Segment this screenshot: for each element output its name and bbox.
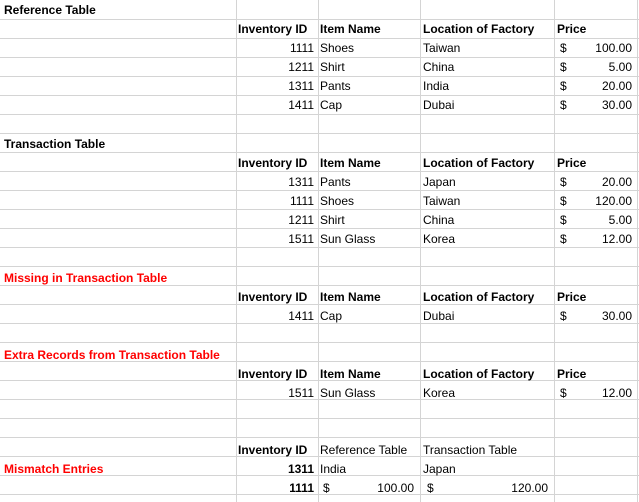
header-item-name: Item Name xyxy=(320,367,381,381)
cell-item-name[interactable]: Shoes xyxy=(320,192,354,211)
cell-price[interactable]: 12.00 xyxy=(570,230,632,249)
cell-location[interactable]: Dubai xyxy=(423,96,454,115)
cell-currency: $ xyxy=(560,194,567,208)
cell-transaction-value[interactable]: 120.00 xyxy=(440,479,548,498)
header-price: Price xyxy=(557,156,587,170)
transaction-table-title: Transaction Table xyxy=(4,137,106,151)
cell-currency: $ xyxy=(560,41,567,55)
row-divider xyxy=(0,266,639,267)
cell-price[interactable]: 30.00 xyxy=(570,96,632,115)
cell-currency: $ xyxy=(560,98,567,112)
cell-inventory-id[interactable]: 1111 xyxy=(238,192,314,211)
cell-item-name[interactable]: Cap xyxy=(320,96,342,115)
cell-price[interactable]: 5.00 xyxy=(570,58,632,77)
mismatch-section-title: Mismatch Entries xyxy=(4,462,104,476)
cell-location[interactable]: Taiwan xyxy=(423,39,460,58)
cell-location[interactable]: Taiwan xyxy=(423,192,460,211)
cell-item-name[interactable]: Cap xyxy=(320,307,342,326)
cell-price[interactable]: 30.00 xyxy=(570,307,632,326)
cell-inventory-id[interactable]: 1411 xyxy=(238,307,314,326)
cell-price[interactable]: 5.00 xyxy=(570,211,632,230)
cell-item-name[interactable]: Sun Glass xyxy=(320,230,375,249)
header-inventory-id: Inventory ID xyxy=(238,156,308,170)
cell-location[interactable]: Dubai xyxy=(423,307,454,326)
cell-inventory-id[interactable]: 1411 xyxy=(238,96,314,115)
cell-item-name[interactable]: Pants xyxy=(320,77,351,96)
header-inventory-id: Inventory ID xyxy=(238,443,308,457)
cell-currency: $ xyxy=(560,309,567,323)
header-price: Price xyxy=(557,367,587,381)
cell-reference-value[interactable]: India xyxy=(320,460,346,479)
row-divider xyxy=(0,437,639,438)
cell-currency: $ xyxy=(560,60,567,74)
cell-price[interactable]: 12.00 xyxy=(570,384,632,403)
row-divider xyxy=(0,342,639,343)
cell-inventory-id[interactable]: 1111 xyxy=(238,479,314,498)
header-location: Location of Factory xyxy=(423,22,535,36)
cell-currency: $ xyxy=(427,481,434,495)
cell-inventory-id[interactable]: 1111 xyxy=(238,39,314,58)
header-inventory-id: Inventory ID xyxy=(238,290,308,304)
cell-currency: $ xyxy=(560,175,567,189)
row-divider xyxy=(0,133,639,134)
header-location: Location of Factory xyxy=(423,367,535,381)
cell-currency: $ xyxy=(323,481,330,495)
cell-currency: $ xyxy=(560,386,567,400)
cell-location[interactable]: China xyxy=(423,58,454,77)
cell-inventory-id[interactable]: 1511 xyxy=(238,230,314,249)
cell-inventory-id[interactable]: 1311 xyxy=(238,173,314,192)
cell-reference-value[interactable]: 100.00 xyxy=(340,479,414,498)
missing-section-title: Missing in Transaction Table xyxy=(4,271,168,285)
header-reference-table: Reference Table xyxy=(320,443,408,457)
cell-currency: $ xyxy=(560,232,567,246)
cell-price[interactable]: 100.00 xyxy=(570,39,632,58)
header-price: Price xyxy=(557,290,587,304)
header-inventory-id: Inventory ID xyxy=(238,367,308,381)
cell-price[interactable]: 120.00 xyxy=(570,192,632,211)
cell-currency: $ xyxy=(560,79,567,93)
header-inventory-id: Inventory ID xyxy=(238,22,308,36)
cell-item-name[interactable]: Shoes xyxy=(320,39,354,58)
cell-item-name[interactable]: Sun Glass xyxy=(320,384,375,403)
extra-section-title: Extra Records from Transaction Table xyxy=(4,348,220,362)
cell-price[interactable]: 20.00 xyxy=(570,173,632,192)
cell-inventory-id[interactable]: 1511 xyxy=(238,384,314,403)
header-item-name: Item Name xyxy=(320,290,381,304)
header-item-name: Item Name xyxy=(320,22,381,36)
cell-inventory-id[interactable]: 1311 xyxy=(238,460,314,479)
reference-table-title: Reference Table xyxy=(4,3,96,17)
cell-inventory-id[interactable]: 1211 xyxy=(238,211,314,230)
header-location: Location of Factory xyxy=(423,156,535,170)
cell-location[interactable]: India xyxy=(423,77,449,96)
cell-location[interactable]: China xyxy=(423,211,454,230)
header-location: Location of Factory xyxy=(423,290,535,304)
cell-item-name[interactable]: Shirt xyxy=(320,58,345,77)
header-transaction-table: Transaction Table xyxy=(423,443,518,457)
cell-location[interactable]: Japan xyxy=(423,173,456,192)
cell-transaction-value[interactable]: Japan xyxy=(423,460,456,479)
cell-location[interactable]: Korea xyxy=(423,230,455,249)
cell-inventory-id[interactable]: 1211 xyxy=(238,58,314,77)
cell-price[interactable]: 20.00 xyxy=(570,77,632,96)
header-price: Price xyxy=(557,22,587,36)
cell-item-name[interactable]: Pants xyxy=(320,173,351,192)
cell-location[interactable]: Korea xyxy=(423,384,455,403)
cell-item-name[interactable]: Shirt xyxy=(320,211,345,230)
header-item-name: Item Name xyxy=(320,156,381,170)
row-divider xyxy=(0,418,639,419)
cell-currency: $ xyxy=(560,213,567,227)
cell-inventory-id[interactable]: 1311 xyxy=(238,77,314,96)
